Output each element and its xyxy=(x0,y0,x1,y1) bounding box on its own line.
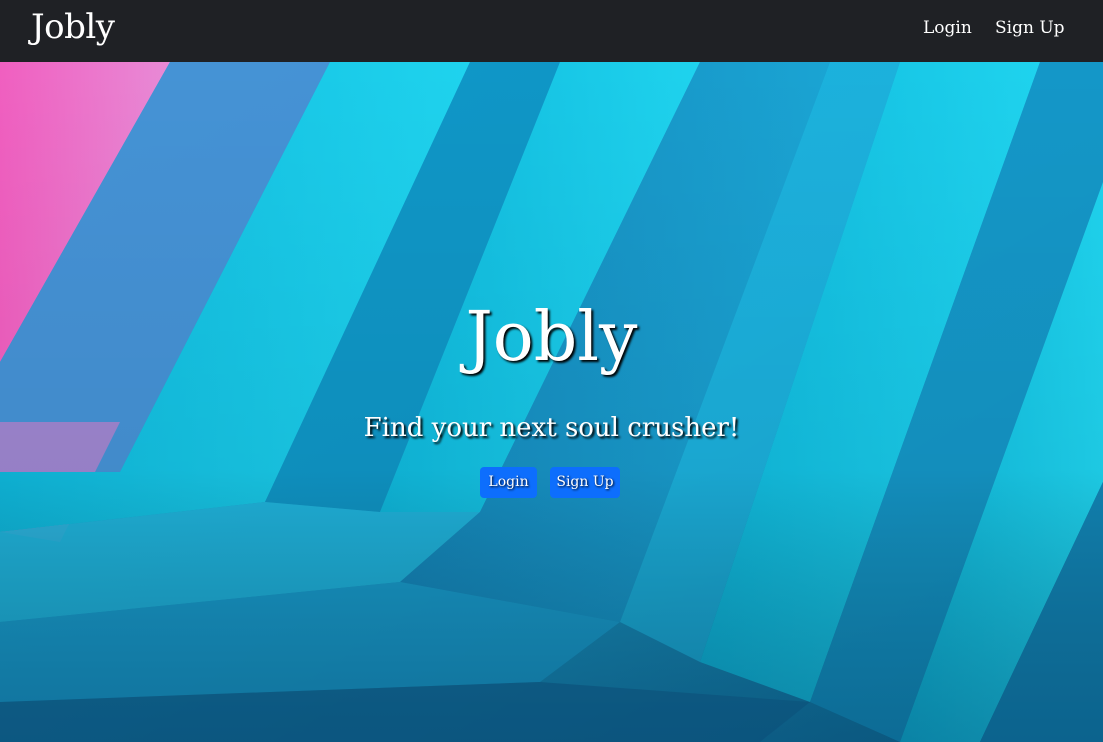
hero-background-image xyxy=(0,62,1103,742)
hero-tagline: Find your next soul crusher! xyxy=(363,413,740,443)
hero-signup-button[interactable]: Sign Up xyxy=(550,467,620,498)
hero-section: Jobly Find your next soul crusher! Login… xyxy=(0,62,1103,742)
brand-logo-link[interactable]: Jobly xyxy=(31,7,115,47)
top-navbar: Jobly Login Sign Up xyxy=(0,0,1103,62)
nav-signup-link[interactable]: Sign Up xyxy=(995,18,1065,38)
hero-title: Jobly xyxy=(465,298,638,377)
nav-login-link[interactable]: Login xyxy=(923,18,972,38)
hero-login-button[interactable]: Login xyxy=(480,467,537,498)
